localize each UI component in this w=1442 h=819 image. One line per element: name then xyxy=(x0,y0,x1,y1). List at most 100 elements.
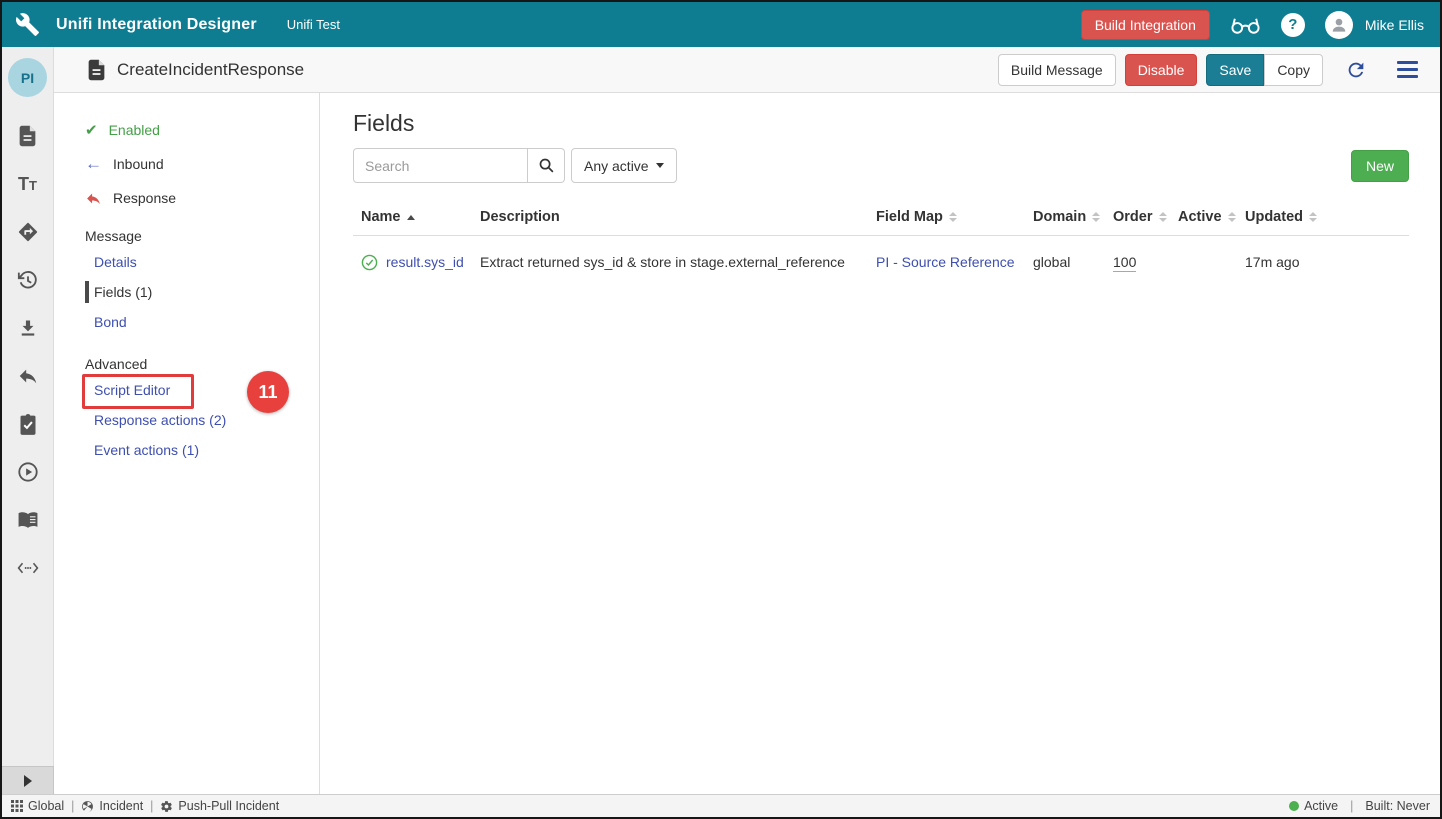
built-status-label: Built: Never xyxy=(1365,799,1430,813)
table-row: result.sys_id Extract returned sys_id & … xyxy=(353,236,1409,288)
copy-button[interactable]: Copy xyxy=(1264,54,1323,86)
separator: | xyxy=(150,799,153,813)
integration-label: Push-Pull Incident xyxy=(178,799,279,813)
help-icon[interactable]: ? xyxy=(1281,13,1305,37)
integration-item[interactable]: Push-Pull Incident xyxy=(160,799,279,813)
scope-item[interactable]: Global xyxy=(11,799,64,813)
advanced-section-title: Advanced xyxy=(54,353,319,375)
field-description: Extract returned sys_id & store in stage… xyxy=(480,254,876,270)
book-icon[interactable] xyxy=(17,509,39,531)
menu-icon[interactable] xyxy=(1397,61,1418,78)
annotation-step-badge: 11 xyxy=(247,371,289,413)
check-circle-icon xyxy=(361,254,378,271)
active-filter-label: Any active xyxy=(584,158,649,174)
search-icon xyxy=(538,157,555,174)
download-icon[interactable] xyxy=(17,317,39,339)
triangle-right-icon xyxy=(24,775,32,787)
message-section-title: Message xyxy=(54,225,319,247)
sidebar-item-bond[interactable]: Bond xyxy=(54,307,319,337)
user-avatar[interactable] xyxy=(1325,11,1353,39)
column-header-field-map[interactable]: Field Map xyxy=(876,209,1033,225)
sidebar-item-details[interactable]: Details xyxy=(54,247,319,277)
order-editable-value[interactable]: 100 xyxy=(1113,254,1136,272)
wrench-icon xyxy=(15,12,40,37)
directions-icon[interactable] xyxy=(17,221,39,243)
sidebar-item-inbound[interactable]: ← Inbound xyxy=(54,147,319,181)
history-icon[interactable] xyxy=(17,269,39,291)
table-label: Incident xyxy=(99,799,143,813)
sidebar-item-response[interactable]: Response xyxy=(54,181,319,215)
app-title: Unifi Integration Designer xyxy=(56,16,257,34)
sidebar-item-event-actions[interactable]: Event actions (1) xyxy=(54,435,319,465)
scope-label: Global xyxy=(28,799,64,813)
main-content: Fields Any active New Name Description xyxy=(321,93,1440,794)
disable-button[interactable]: Disable xyxy=(1125,54,1198,86)
active-status-icon xyxy=(1289,801,1299,811)
column-header-order[interactable]: Order xyxy=(1113,209,1178,225)
updated-time: 17m ago xyxy=(1245,254,1409,270)
status-bar: Global | Incident | Push-Pull Incident A… xyxy=(2,794,1440,817)
record-title: CreateIncidentResponse xyxy=(117,60,304,80)
sort-icon xyxy=(949,212,957,222)
new-button[interactable]: New xyxy=(1351,150,1409,182)
sidebar-item-fields[interactable]: Fields (1) xyxy=(54,277,319,307)
reply-red-icon xyxy=(85,190,102,207)
field-domain: global xyxy=(1033,254,1113,270)
tasks-icon[interactable] xyxy=(17,413,39,435)
active-filter-dropdown[interactable]: Any active xyxy=(571,148,677,183)
document-icon xyxy=(87,59,106,81)
text-fields-icon[interactable]: TT xyxy=(17,173,39,195)
inbound-label: Inbound xyxy=(113,156,164,172)
enabled-label: Enabled xyxy=(109,122,160,138)
gear-icon xyxy=(160,800,173,813)
build-message-button[interactable]: Build Message xyxy=(998,54,1116,86)
fields-table: Name Description Field Map Domain Order … xyxy=(353,199,1409,288)
column-header-domain[interactable]: Domain xyxy=(1033,209,1113,225)
build-integration-button[interactable]: Build Integration xyxy=(1081,10,1210,40)
refresh-icon[interactable] xyxy=(1345,59,1367,81)
field-map-link[interactable]: PI - Source Reference xyxy=(876,254,1015,270)
page-title: Fields xyxy=(353,110,1409,137)
icon-rail: PI TT xyxy=(2,47,54,794)
column-header-active[interactable]: Active xyxy=(1178,209,1245,225)
table-item[interactable]: Incident xyxy=(81,799,143,813)
sort-ascending-icon xyxy=(407,215,415,220)
pie-circle-icon xyxy=(81,800,94,813)
environment-name: Unifi Test xyxy=(287,17,340,32)
arrow-left-icon: ← xyxy=(85,154,102,174)
user-name[interactable]: Mike Ellis xyxy=(1365,17,1424,33)
sort-icon xyxy=(1092,212,1100,222)
save-button[interactable]: Save xyxy=(1206,54,1264,86)
annotation-highlight-box xyxy=(82,374,194,409)
code-icon[interactable] xyxy=(17,557,39,579)
separator: | xyxy=(71,799,74,813)
search-input[interactable] xyxy=(353,148,528,183)
column-header-name[interactable]: Name xyxy=(353,209,480,225)
documents-icon[interactable] xyxy=(17,125,39,147)
integration-avatar[interactable]: PI xyxy=(8,58,47,97)
active-status-label: Active xyxy=(1304,799,1338,813)
column-header-description[interactable]: Description xyxy=(480,209,876,225)
top-navbar: Unifi Integration Designer Unifi Test Bu… xyxy=(2,2,1440,47)
app-window: Unifi Integration Designer Unifi Test Bu… xyxy=(0,0,1442,819)
expand-panel-button[interactable] xyxy=(2,766,54,794)
side-navigation: ✔ Enabled ← Inbound Response Message Det… xyxy=(54,93,320,794)
sort-icon xyxy=(1228,212,1236,222)
record-header: CreateIncidentResponse Build Message Dis… xyxy=(54,47,1440,93)
separator: | xyxy=(1350,799,1353,813)
play-circle-icon[interactable] xyxy=(17,461,39,483)
sort-icon xyxy=(1159,212,1167,222)
chevron-down-icon xyxy=(656,163,664,168)
field-name-link[interactable]: result.sys_id xyxy=(386,254,464,270)
column-header-updated[interactable]: Updated xyxy=(1245,209,1409,225)
grid-icon xyxy=(11,800,23,812)
search-button[interactable] xyxy=(528,148,565,183)
sort-icon xyxy=(1309,212,1317,222)
check-icon: ✔ xyxy=(85,121,98,139)
sidebar-item-enabled[interactable]: ✔ Enabled xyxy=(54,113,319,147)
reply-icon[interactable] xyxy=(17,365,39,387)
glasses-icon[interactable] xyxy=(1230,15,1261,35)
table-header: Name Description Field Map Domain Order … xyxy=(353,199,1409,236)
response-label: Response xyxy=(113,190,176,206)
filter-toolbar: Any active New xyxy=(353,148,1409,183)
